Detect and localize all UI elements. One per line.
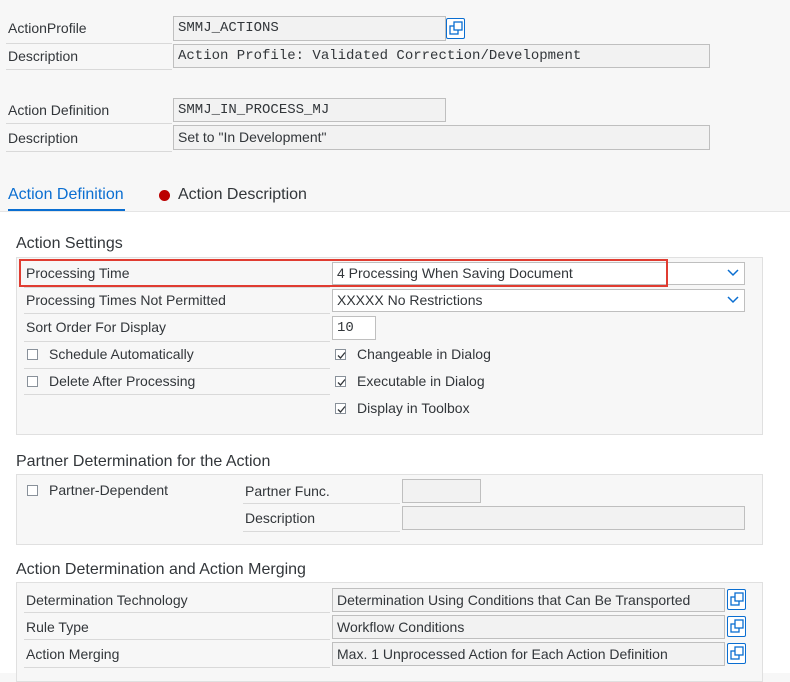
not-permitted-select[interactable]: XXXXX No Restrictions (332, 289, 745, 312)
sort-order-label: Sort Order For Display (26, 319, 167, 335)
divider (24, 287, 330, 288)
action-settings-title: Action Settings (16, 235, 123, 252)
check-icon (337, 379, 346, 386)
value-help-icon (730, 619, 744, 633)
schedule-auto-checkbox[interactable] (27, 349, 38, 360)
description2-label: Description (8, 130, 79, 146)
merging-value-help[interactable] (727, 643, 746, 664)
technology-field[interactable]: Determination Using Conditions that Can … (332, 588, 725, 612)
rule-type-label: Rule Type (26, 619, 89, 635)
check-icon (337, 406, 346, 413)
partner-description-label: Description (245, 510, 316, 526)
tab-action-definition[interactable]: Action Definition (8, 186, 124, 204)
delete-after-checkbox[interactable] (27, 376, 38, 387)
toolbox-label: Display in Toolbox (357, 400, 470, 416)
divider (24, 612, 330, 613)
rule-type-value-help[interactable] (727, 616, 746, 637)
executable-checkbox[interactable] (335, 376, 346, 387)
action-profile-value-help[interactable] (446, 18, 465, 39)
partner-dependent-label: Partner-Dependent (49, 482, 169, 498)
not-permitted-label: Processing Times Not Permitted (26, 292, 226, 308)
changeable-checkbox[interactable] (335, 349, 346, 360)
status-dot-icon (159, 190, 170, 201)
value-help-icon (449, 21, 463, 35)
not-permitted-value: XXXXX No Restrictions (337, 292, 483, 308)
changeable-label: Changeable in Dialog (357, 346, 491, 362)
divider (24, 313, 330, 314)
description-field[interactable]: Action Profile: Validated Correction/Dev… (173, 44, 710, 68)
action-definition-label: Action Definition (8, 102, 110, 118)
chevron-down-icon[interactable] (727, 296, 739, 304)
divider (243, 531, 400, 532)
toolbox-checkbox[interactable] (335, 403, 346, 414)
check-icon (337, 352, 346, 359)
action-definition-field[interactable]: SMMJ_IN_PROCESS_MJ (173, 98, 446, 122)
executable-label: Executable in Dialog (357, 373, 485, 389)
divider (6, 69, 172, 70)
divider (6, 43, 172, 44)
sort-order-field[interactable]: 10 (332, 316, 376, 340)
value-help-icon (730, 592, 744, 606)
partner-dependent-checkbox[interactable] (27, 485, 38, 496)
chevron-down-icon[interactable] (727, 269, 739, 277)
value-help-icon (730, 646, 744, 660)
divider (24, 667, 330, 668)
partner-description-field[interactable] (402, 506, 745, 530)
technology-value-help[interactable] (727, 589, 746, 610)
action-profile-label: ActionProfile (8, 20, 87, 36)
divider (243, 503, 400, 504)
action-profile-field[interactable]: SMMJ_ACTIONS (173, 16, 446, 41)
partner-func-field[interactable] (402, 479, 481, 503)
divider (24, 368, 330, 369)
divider (24, 341, 330, 342)
technology-label: Determination Technology (26, 592, 188, 608)
delete-after-label: Delete After Processing (49, 373, 196, 389)
merging-label: Action Merging (26, 646, 120, 662)
divider (6, 123, 172, 124)
rule-type-field[interactable]: Workflow Conditions (332, 615, 725, 639)
divider (6, 151, 172, 152)
highlight-box (19, 259, 668, 287)
tab-bar: Action Definition Action Description (0, 176, 790, 212)
partner-title: Partner Determination for the Action (16, 453, 271, 470)
description2-field[interactable]: Set to "In Development" (173, 125, 710, 150)
divider (24, 394, 330, 395)
schedule-auto-label: Schedule Automatically (49, 346, 194, 362)
determination-title: Action Determination and Action Merging (16, 561, 306, 578)
tab-action-description[interactable]: Action Description (178, 186, 307, 204)
divider (24, 639, 330, 640)
merging-field[interactable]: Max. 1 Unprocessed Action for Each Actio… (332, 642, 725, 666)
partner-func-label: Partner Func. (245, 483, 330, 499)
description-label: Description (8, 48, 79, 64)
header-area: ActionProfile SMMJ_ACTIONS Description A… (0, 0, 790, 165)
